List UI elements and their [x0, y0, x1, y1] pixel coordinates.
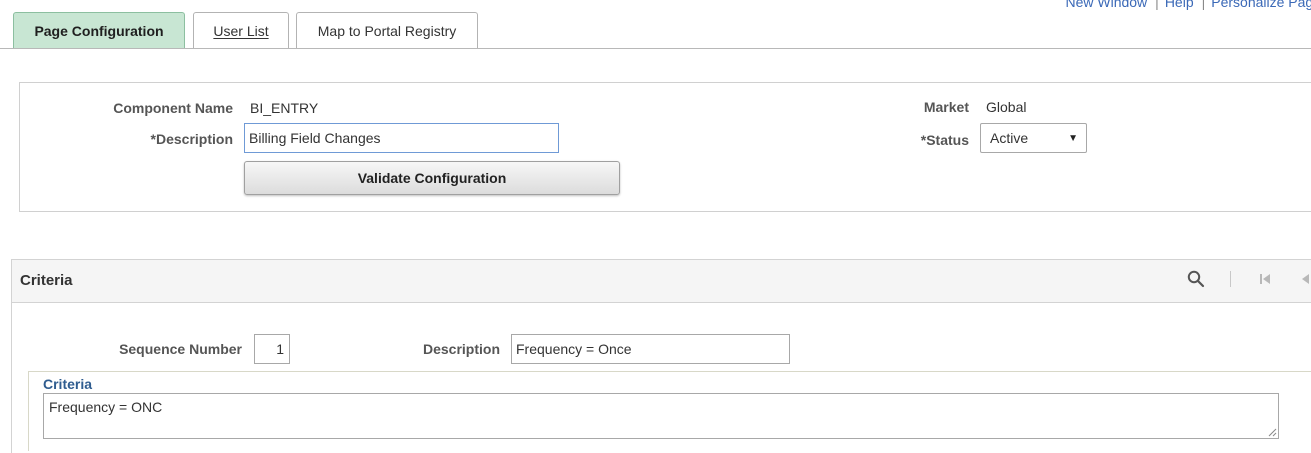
tab-user-list[interactable]: User List: [193, 12, 289, 48]
criteria-description-value: Frequency = Once: [516, 341, 632, 357]
criteria-textarea[interactable]: Frequency = ONC: [43, 393, 1279, 439]
description-field[interactable]: Billing Field Changes: [244, 123, 559, 153]
help-link[interactable]: Help: [1165, 0, 1194, 10]
criteria-description-label: Description: [422, 341, 500, 357]
separator: |: [1201, 0, 1206, 10]
tab-label: User List: [213, 22, 269, 39]
page-links: New Window | Help | Personalize Page: [1065, 0, 1311, 10]
sequence-number-field[interactable]: 1: [254, 334, 290, 364]
dropdown-arrow-icon: ▼: [1068, 132, 1078, 144]
status-select[interactable]: Active ▼: [980, 123, 1087, 153]
validate-configuration-button[interactable]: Validate Configuration: [244, 161, 620, 195]
criteria-description-field[interactable]: Frequency = Once: [511, 334, 790, 364]
criteria-text: Frequency = ONC: [49, 399, 163, 415]
first-page-icon[interactable]: [1255, 268, 1275, 290]
sequence-number-value: 1: [276, 341, 284, 357]
sequence-number-label: Sequence Number: [119, 341, 242, 357]
description-label: *Description: [150, 131, 233, 147]
criteria-grid-title: Criteria: [20, 272, 73, 289]
previous-icon[interactable]: [1295, 268, 1311, 290]
tab-label: Page Configuration: [34, 22, 164, 39]
component-name-label: Component Name: [113, 100, 233, 116]
tab-map-to-portal-registry[interactable]: Map to Portal Registry: [296, 12, 478, 48]
component-name-value: BI_ENTRY: [250, 100, 319, 116]
search-icon[interactable]: [1185, 268, 1207, 290]
tab-page-configuration[interactable]: Page Configuration: [13, 12, 185, 48]
tab-divider: [0, 48, 1311, 49]
resize-handle-icon[interactable]: [1268, 428, 1277, 437]
status-value: Active: [990, 130, 1029, 146]
market-label: Market: [923, 99, 969, 115]
market-value: Global: [986, 99, 1027, 115]
personalize-page-link[interactable]: Personalize Page: [1211, 0, 1311, 10]
separator: |: [1155, 0, 1159, 10]
description-value: Billing Field Changes: [249, 130, 381, 146]
criteria-grid-header: [11, 259, 1311, 303]
criteria-sub-label: Criteria: [43, 376, 93, 392]
button-label: Validate Configuration: [357, 170, 507, 186]
toolbar-divider: [1230, 271, 1231, 287]
status-label: *Status: [920, 132, 969, 148]
new-window-link[interactable]: New Window: [1065, 0, 1147, 10]
tab-label: Map to Portal Registry: [317, 22, 457, 39]
